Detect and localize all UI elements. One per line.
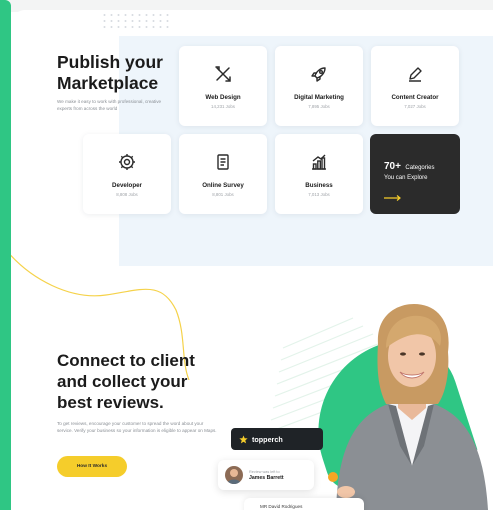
category-count: 7,027 Jobs	[404, 104, 426, 109]
hero-heading: Publish your Marketplace	[57, 52, 163, 94]
section-heading-line2: and collect your	[57, 372, 188, 391]
bar-chart-icon	[309, 152, 329, 172]
section-heading-line3: best reviews.	[57, 393, 164, 412]
page-canvas: Publish your Marketplace We make it easy…	[11, 10, 493, 510]
section-subtext: To get reviews, encourage your customer …	[57, 421, 217, 433]
reviewer-name-secondary: MR David Rodrigues	[260, 504, 303, 509]
category-count: 7,895 Jobs	[308, 104, 330, 109]
star-icon	[239, 434, 248, 443]
category-title: Developer	[112, 182, 142, 189]
category-card-online-survey[interactable]: Online Survey 8,801 Jobs	[179, 134, 267, 214]
review-card: Review was left to James Barrett	[218, 460, 314, 490]
category-card-business[interactable]: Business 7,013 Jobs	[275, 134, 363, 214]
tools-icon	[213, 64, 233, 84]
avatar	[225, 466, 243, 484]
review-card-secondary: MR David Rodrigues	[244, 498, 364, 510]
hero-heading-line2: Marketplace	[57, 73, 159, 93]
category-title: Business	[305, 182, 333, 189]
category-title: Content Creator	[391, 94, 439, 101]
brand-badge: topperch	[231, 428, 323, 450]
review-caption: Review was left to	[249, 469, 280, 474]
category-count: 7,013 Jobs	[308, 192, 330, 197]
rocket-icon	[309, 64, 329, 84]
category-title: Web Design	[205, 94, 241, 101]
woman-portrait	[336, 304, 488, 510]
reviewer-name: James Barrett	[249, 474, 284, 481]
category-title: Online Survey	[202, 182, 244, 189]
how-it-works-button[interactable]: How It Works	[57, 456, 127, 477]
document-icon	[213, 152, 233, 172]
brand-name: topperch	[252, 434, 283, 444]
hero-heading-line1: Publish your	[57, 52, 163, 72]
hero-subtext: We make it easy to work with professiona…	[57, 99, 162, 111]
section-heading-line1: Connect to client	[57, 351, 195, 370]
category-card-web-design[interactable]: Web Design 14,231 Jobs	[179, 46, 267, 126]
section-heading: Connect to client and collect your best …	[57, 350, 195, 413]
category-count: 8,801 Jobs	[212, 192, 234, 197]
categories-label: Categories	[405, 165, 435, 171]
categories-count: 70+	[384, 161, 401, 172]
dot-pattern	[101, 12, 171, 30]
category-count: 14,231 Jobs	[211, 104, 235, 109]
explore-categories-card[interactable]: 70+ Categories You can Explore	[370, 134, 460, 214]
categories-explore-label: You can Explore	[384, 175, 428, 181]
arrow-right-icon	[384, 188, 402, 201]
category-count: 8,808 Jobs	[116, 192, 138, 197]
left-accent-bar	[0, 0, 11, 510]
category-card-content-creator[interactable]: Content Creator 7,027 Jobs	[371, 46, 459, 126]
category-card-digital-marketing[interactable]: Digital Marketing 7,895 Jobs	[275, 46, 363, 126]
category-title: Digital Marketing	[294, 94, 344, 101]
pen-icon	[405, 64, 425, 84]
gear-icon	[117, 152, 137, 172]
category-card-developer[interactable]: Developer 8,808 Jobs	[83, 134, 171, 214]
notification-badge	[328, 472, 338, 482]
